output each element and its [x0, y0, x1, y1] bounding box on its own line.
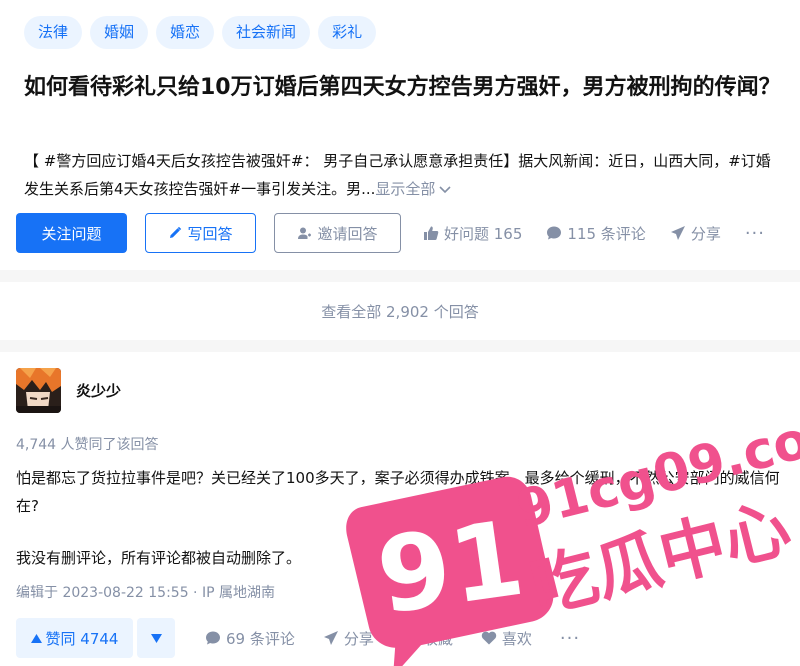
question-more-button[interactable]: ···: [745, 223, 765, 244]
answer-actions: 赞同 4744 69 条评论 分享 收藏 喜欢 ···: [16, 618, 580, 658]
vote-up-button[interactable]: 赞同 4744: [16, 618, 133, 658]
triangle-up-icon: [30, 633, 42, 643]
like-label: 喜欢: [501, 629, 532, 648]
comment-icon: [205, 630, 221, 646]
comment-icon: [546, 225, 562, 241]
share-icon: [670, 225, 686, 241]
write-answer-button[interactable]: 写回答: [145, 213, 256, 253]
topic-list: 法律 婚姻 婚恋 社会新闻 彩礼: [24, 16, 377, 49]
question-card: 法律 婚姻 婚恋 社会新闻 彩礼 如何看待彩礼只给10万订婚后第四天女方控告男方…: [0, 0, 800, 270]
invite-answer-button[interactable]: 邀请回答: [274, 213, 401, 253]
topic-tag-bride-price[interactable]: 彩礼: [318, 16, 377, 49]
view-all-answers-link[interactable]: 查看全部 2,902 个回答: [0, 282, 800, 340]
chevron-down-icon: [439, 176, 452, 203]
answer-paragraph: 我没有删评论，所有评论都被自动删除了。: [16, 549, 302, 567]
question-share-label: 分享: [690, 224, 721, 243]
answer-vote-summary: 4,744 人赞同了该回答: [16, 437, 159, 453]
topic-tag-dating[interactable]: 婚恋: [156, 16, 215, 49]
vote-down-button[interactable]: [137, 618, 175, 658]
answer-share-button[interactable]: 分享: [323, 628, 374, 649]
answer-share-label: 分享: [343, 629, 374, 648]
answer-comments-button[interactable]: 69 条评论: [205, 628, 295, 649]
answer-paragraph: 怕是都忘了货拉拉事件是吧？关已经关了100多天了，案子必须得办成铁案，最多给个缓…: [16, 469, 780, 515]
topic-tag-law[interactable]: 法律: [24, 16, 83, 49]
invite-user-icon: [297, 226, 312, 241]
answer-comments-label: 69 条评论: [226, 629, 295, 648]
triangle-down-icon: [150, 633, 162, 643]
answer-edited-info: 编辑于 2023-08-22 15:55 · IP 属地湖南: [16, 585, 275, 601]
question-comments-label: 115 条评论: [567, 224, 646, 243]
show-all-label: 显示全部: [375, 180, 436, 198]
star-icon: [402, 630, 418, 646]
answer-more-button[interactable]: ···: [560, 628, 580, 649]
collect-label: 收藏: [422, 629, 453, 648]
question-comments-button[interactable]: 115 条评论: [546, 223, 646, 244]
question-excerpt: 【 #警方回应订婚4天后女孩控告被强奸#： 男子自己承认愿意承担责任】据大风新闻…: [24, 147, 776, 203]
like-button[interactable]: 喜欢: [481, 628, 532, 649]
pencil-icon: [168, 226, 182, 240]
author-name[interactable]: 炎少少: [76, 380, 121, 401]
topic-tag-social-news[interactable]: 社会新闻: [222, 16, 311, 49]
good-question-label: 好问题 165: [444, 224, 523, 243]
invite-answer-label: 邀请回答: [317, 224, 378, 243]
topic-tag-marriage[interactable]: 婚姻: [90, 16, 149, 49]
thumbs-up-icon: [423, 225, 439, 241]
write-answer-label: 写回答: [187, 224, 233, 243]
question-share-button[interactable]: 分享: [670, 223, 721, 244]
question-title[interactable]: 如何看待彩礼只给10万订婚后第四天女方控告男方强奸，男方被刑拘的传闻？: [24, 70, 794, 105]
follow-question-button[interactable]: 关注问题: [16, 213, 127, 253]
question-actions: 关注问题 写回答 邀请回答 好问题 165 115 条评论 分享 ···: [16, 213, 765, 253]
vote-up-label: 赞同 4744: [45, 629, 119, 648]
good-question-button[interactable]: 好问题 165: [423, 223, 522, 244]
share-icon: [323, 630, 339, 646]
collect-button[interactable]: 收藏: [402, 628, 453, 649]
show-all-link[interactable]: 显示全部: [375, 180, 452, 198]
avatar[interactable]: [16, 368, 61, 413]
heart-icon: [481, 630, 497, 646]
